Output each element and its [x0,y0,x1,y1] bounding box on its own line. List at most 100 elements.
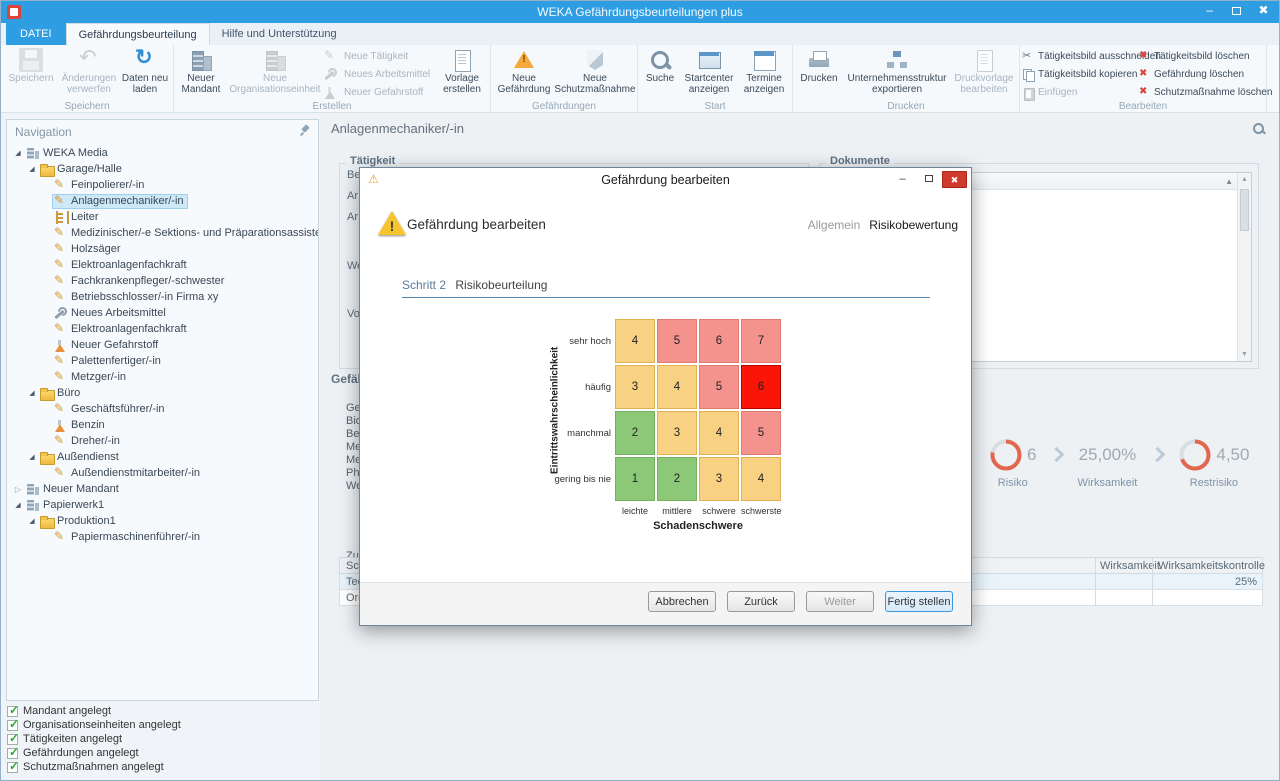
neues-arbeitsmittel-button[interactable]: Neues Arbeitsmittel [324,66,436,83]
tree-item[interactable]: Anlagenmechaniker/-in [7,193,318,209]
tree-item-body[interactable]: Neuer Mandant [24,482,123,497]
matrix-cell-sehr-hoch-leichte[interactable]: 4 [615,319,655,363]
weiter-button[interactable]: Weiter [806,591,874,612]
gefaehrdung-loeschen-button[interactable]: Gefährdung löschen [1138,66,1264,83]
tree-item[interactable]: Elektroanlagenfachkraft [7,257,318,273]
dialog-maximize-button[interactable] [916,171,941,188]
taetigkeitsbild-ausschneiden-button[interactable]: Tätigkeitsbild ausschneiden [1022,48,1161,65]
druckvorlage-bearbeiten-button[interactable]: Druckvorlage bearbeiten [951,46,1017,100]
matrix-cell-manchmal-mittlere[interactable]: 3 [657,411,697,455]
matrix-cell-gering-bis-nie-schwere[interactable]: 3 [699,457,739,501]
tree-item-body[interactable]: Anlagenmechaniker/-in [52,193,188,209]
tree-item-body[interactable]: Garage/Halle [38,162,126,177]
window-maximize-button[interactable] [1223,1,1250,22]
matrix-cell-häufig-leichte[interactable]: 3 [615,365,655,409]
tree-item[interactable]: Holzsäger [7,241,318,257]
matrix-cell-sehr-hoch-schwere[interactable]: 6 [699,319,739,363]
suche-button[interactable]: Suche [640,46,680,100]
tree-item[interactable]: Außendienstmitarbeiter/-in [7,465,318,481]
save-button[interactable]: Speichern [3,46,59,100]
search-icon[interactable] [1252,122,1265,135]
tree-expander-icon[interactable]: ◢ [26,165,38,173]
tree-expander-icon[interactable]: ◢ [12,149,24,157]
neue-organisationseinheit-button[interactable]: Neue Organisationseinheit [226,46,324,100]
tree-item[interactable]: ◢ WEKA Media [7,145,318,161]
dialog-tab-risikobewertung[interactable]: Risikobewertung [869,218,958,232]
tree-item-body[interactable]: WEKA Media [24,146,112,161]
fertig-stellen-button[interactable]: Fertig stellen [885,591,953,612]
tree-item-body[interactable]: Metzger/-in [52,369,130,385]
matrix-cell-häufig-schwere[interactable]: 5 [699,365,739,409]
schutzmassnahme-loeschen-button[interactable]: Schutzmaßnahme löschen [1138,84,1272,101]
tree-item[interactable]: Feinpolierer/-in [7,177,318,193]
window-titlebar[interactable]: WEKA Gefährdungsbeurteilungen plus – ✖ [1,1,1279,23]
discard-changes-button[interactable]: Änderungen verwerfen [59,46,119,100]
dialog-minimize-button[interactable]: – [890,171,915,188]
tree-item-body[interactable]: Papiermaschinenführer/-in [52,529,204,545]
tree-item[interactable]: Benzin [7,417,318,433]
window-minimize-button[interactable]: – [1196,1,1223,22]
tree-item-body[interactable]: Büro [38,386,84,401]
matrix-cell-gering-bis-nie-schwerste[interactable]: 4 [741,457,781,501]
matrix-cell-gering-bis-nie-leichte[interactable]: 1 [615,457,655,501]
tree-item-body[interactable]: Dreher/-in [52,433,124,449]
neuer-mandant-button[interactable]: Neuer Mandant [176,46,226,100]
termine-button[interactable]: Termine anzeigen [738,46,790,100]
tree-item[interactable]: Fachkrankenpfleger/-schwester [7,273,318,289]
tree-item[interactable]: Metzger/-in [7,369,318,385]
tab-gefaehrdungsbeurteilung[interactable]: Gefährdungsbeurteilung [65,23,210,45]
tree-item[interactable]: Neuer Gefahrstoff [7,337,318,353]
matrix-cell-sehr-hoch-schwerste[interactable]: 7 [741,319,781,363]
tab-datei[interactable]: DATEI [6,23,66,45]
tab-hilfe[interactable]: Hilfe und Unterstützung [210,23,349,45]
matrix-cell-gering-bis-nie-mittlere[interactable]: 2 [657,457,697,501]
tree-item-body[interactable]: Fachkrankenpfleger/-schwester [52,273,228,289]
tree-item[interactable]: Dreher/-in [7,433,318,449]
window-close-button[interactable]: ✖ [1250,1,1277,22]
tree-item[interactable]: ◢ Büro [7,385,318,401]
vorlage-erstellen-button[interactable]: Vorlage erstellen [436,46,488,100]
tree-item[interactable]: Neues Arbeitsmittel [7,305,318,321]
tree-item-body[interactable]: Neuer Gefahrstoff [52,338,162,353]
taetigkeitsbild-loeschen-button[interactable]: Tätigkeitsbild löschen [1138,48,1264,65]
tree-item[interactable]: Geschäftsführer/-in [7,401,318,417]
einfuegen-button[interactable]: Einfügen [1022,84,1138,101]
tree-item-body[interactable]: Feinpolierer/-in [52,177,148,193]
tree-item-body[interactable]: Außendienstmitarbeiter/-in [52,465,204,481]
drucken-button[interactable]: Drucken [795,46,843,100]
scroll-down-icon[interactable]: ▼ [1238,351,1251,358]
tree-item-body[interactable]: Elektroanlagenfachkraft [52,257,191,273]
unternehmensstruktur-exportieren-button[interactable]: Unternehmensstruktur exportieren [843,46,951,100]
tree-expander-icon[interactable]: ◢ [26,517,38,525]
tree-item-body[interactable]: Holzsäger [52,241,125,257]
tree-item-body[interactable]: Benzin [52,418,109,433]
tree-item-body[interactable]: Palettenfertiger/-in [52,353,165,369]
matrix-cell-manchmal-schwerste[interactable]: 5 [741,411,781,455]
dialog-titlebar[interactable]: ⚠ Gefährdung bearbeiten – ✖ [360,168,971,192]
tree-item[interactable]: ◢ Außendienst [7,449,318,465]
tree-item[interactable]: ▷ Neuer Mandant [7,481,318,497]
tree-item[interactable]: ◢ Papierwerk1 [7,497,318,513]
startcenter-button[interactable]: Startcenter anzeigen [680,46,738,100]
matrix-cell-sehr-hoch-mittlere[interactable]: 5 [657,319,697,363]
vertical-scrollbar[interactable]: ▲ ▼ [1237,173,1251,361]
tree-item[interactable]: Leiter [7,209,318,225]
tree-item-body[interactable]: Geschäftsführer/-in [52,401,169,417]
tree-expander-icon[interactable]: ◢ [26,453,38,461]
tree-item-body[interactable]: Neues Arbeitsmittel [52,306,170,321]
zurueck-button[interactable]: Zurück [727,591,795,612]
tree-item-body[interactable]: Elektroanlagenfachkraft [52,321,191,337]
reload-data-button[interactable]: Daten neu laden [119,46,171,100]
neue-schutzmassnahme-button[interactable]: Neue Schutzmaßnahme [555,46,635,100]
tree-item-body[interactable]: Medizinischer/-e Sektions- und Präparati… [52,225,318,241]
tree-item-body[interactable]: Außendienst [38,450,123,465]
taetigkeitsbild-kopieren-button[interactable]: Tätigkeitsbild kopieren [1022,66,1138,83]
matrix-cell-häufig-mittlere[interactable]: 4 [657,365,697,409]
tree-item[interactable]: Betriebsschlosser/-in Firma xy [7,289,318,305]
matrix-cell-häufig-schwerste[interactable]: 6 [741,365,781,409]
tree-item-body[interactable]: Produktion1 [38,514,120,529]
tree-expander-icon[interactable]: ◢ [12,501,24,509]
matrix-cell-manchmal-schwere[interactable]: 4 [699,411,739,455]
matrix-cell-manchmal-leichte[interactable]: 2 [615,411,655,455]
neue-gefaehrdung-button[interactable]: Neue Gefährdung [493,46,555,100]
